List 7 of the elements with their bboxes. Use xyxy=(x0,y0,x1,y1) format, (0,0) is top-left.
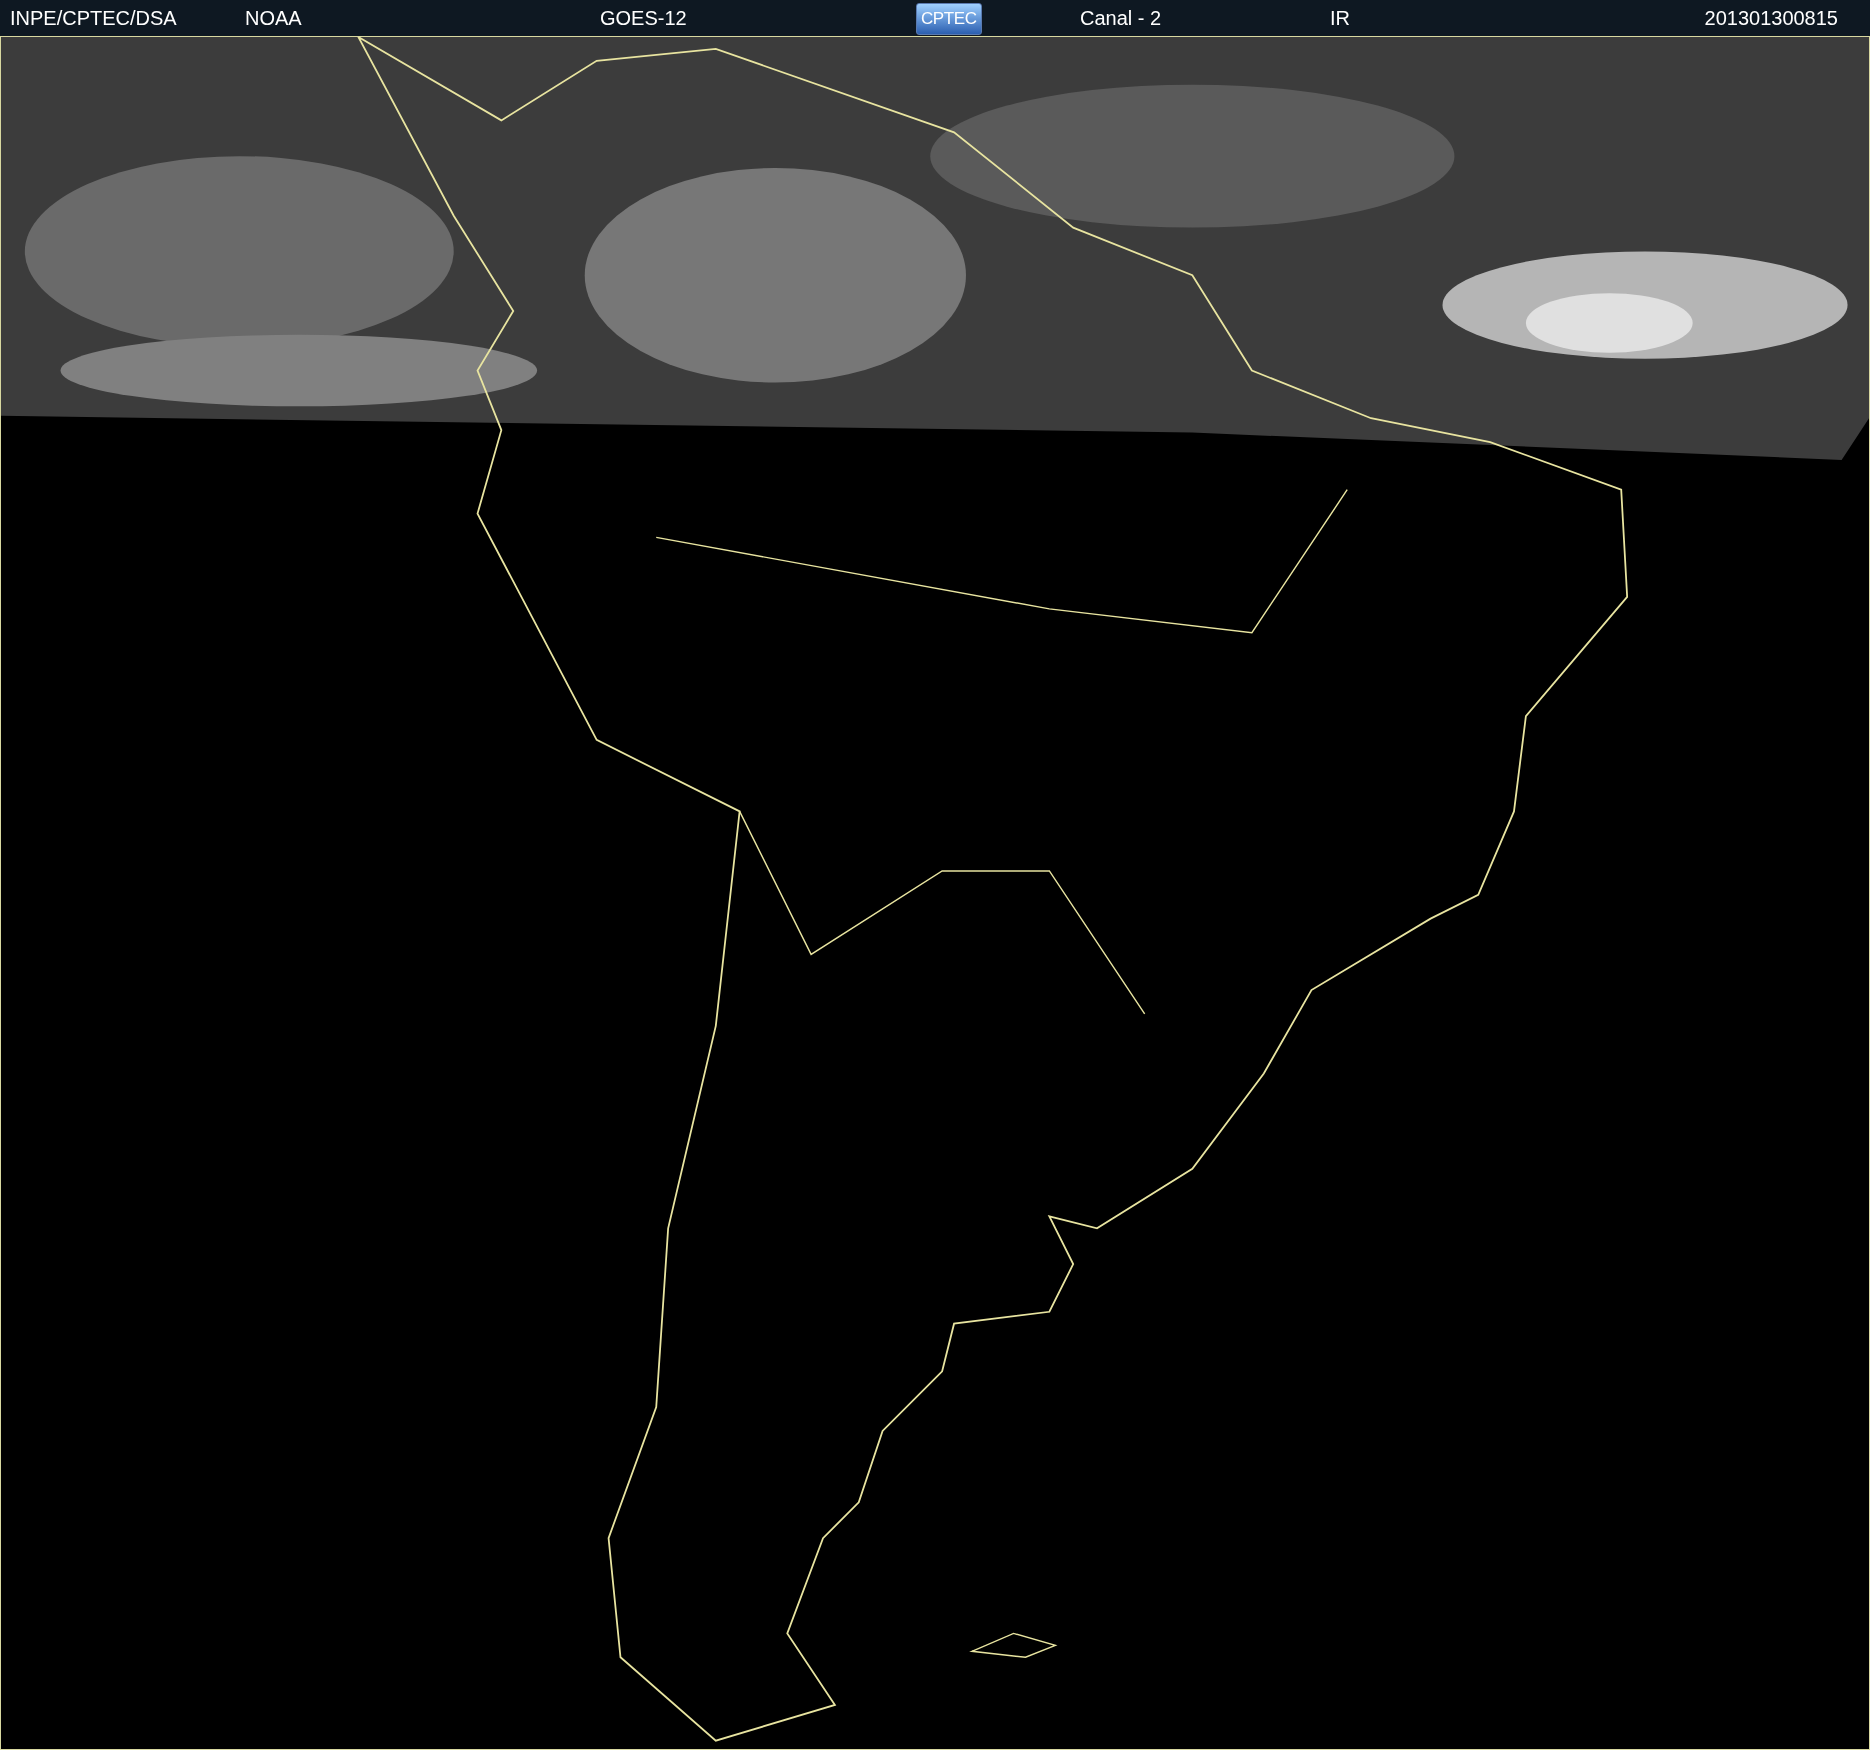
header-label: 201301300815 xyxy=(1704,7,1838,29)
header-label: NOAA xyxy=(245,7,302,29)
header-label: Canal - 2 xyxy=(1080,7,1162,29)
logo: CPTEC xyxy=(916,2,982,35)
header-label: GOES-12 xyxy=(600,7,687,29)
header-label: INPE/CPTEC/DSA xyxy=(10,7,177,29)
header-label: IR xyxy=(1330,7,1350,29)
